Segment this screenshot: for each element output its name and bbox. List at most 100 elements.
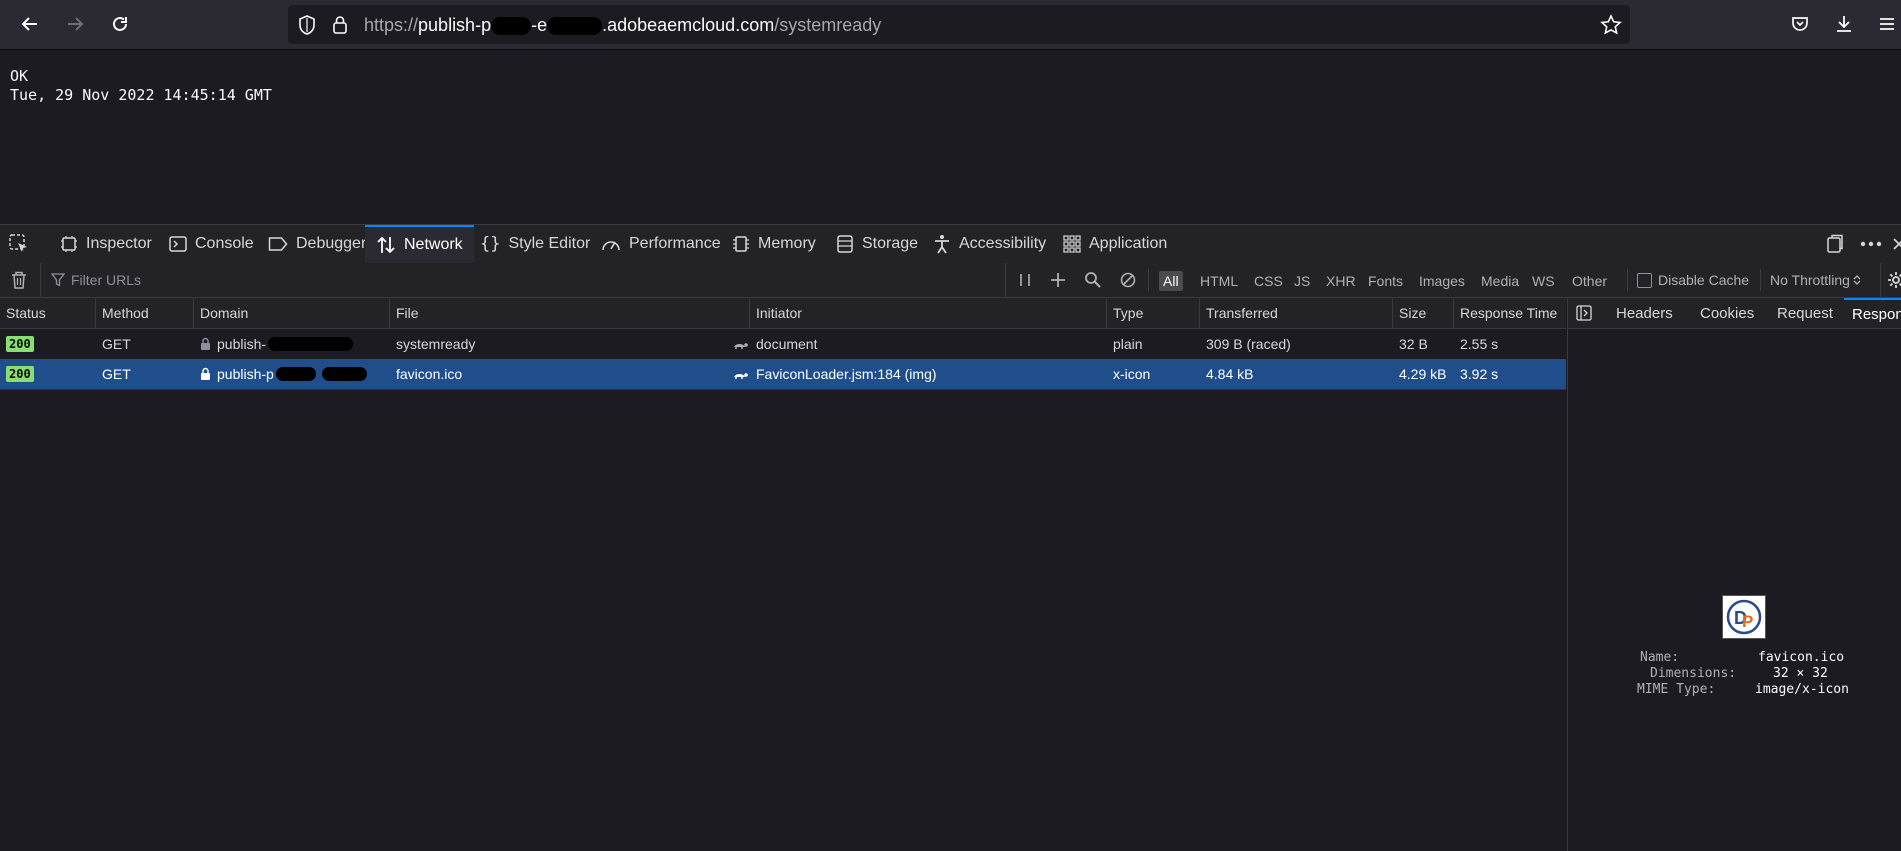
tab-memory[interactable]: Memory: [724, 225, 824, 263]
date-text: Tue, 29 Nov 2022 14:45:14 GMT: [10, 86, 272, 104]
disable-cache-checkbox[interactable]: Disable Cache: [1637, 263, 1749, 297]
column-header-response-time[interactable]: Response Time: [1454, 298, 1566, 328]
dock-toggle-button[interactable]: [1826, 225, 1852, 263]
debugger-icon: [268, 236, 288, 252]
tab-console-label: Console: [195, 235, 254, 252]
network-settings-button[interactable]: [1880, 263, 1901, 297]
filter-css[interactable]: CSS: [1250, 271, 1287, 291]
filter-html[interactable]: HTML: [1196, 271, 1242, 291]
page-content: OK Tue, 29 Nov 2022 14:45:14 GMT: [0, 50, 1901, 224]
close-devtools-button[interactable]: [1893, 225, 1901, 263]
tab-performance[interactable]: Performance: [593, 225, 729, 263]
download-icon: [1834, 14, 1854, 34]
updown-icon: [1853, 274, 1861, 286]
pause-recording-button[interactable]: [1005, 263, 1032, 297]
search-button[interactable]: [1084, 263, 1102, 297]
arrow-right-icon: [65, 14, 85, 34]
transferred-cell: 309 B (raced): [1206, 336, 1291, 352]
shield-icon[interactable]: [298, 15, 316, 35]
menu-button[interactable]: [1872, 9, 1901, 39]
tab-storage[interactable]: Storage: [828, 225, 926, 263]
type-cell: x-icon: [1113, 366, 1151, 382]
filter-all[interactable]: All: [1159, 271, 1183, 291]
column-header-domain[interactable]: Domain: [194, 298, 390, 328]
table-row[interactable]: 200 GET publish-p favicon.ico FaviconLoa…: [0, 359, 1566, 390]
filter-images[interactable]: Images: [1415, 271, 1469, 291]
filter-js[interactable]: JS: [1290, 271, 1314, 291]
tab-headers[interactable]: Headers: [1616, 298, 1673, 328]
column-header-status[interactable]: Status: [0, 298, 96, 328]
filter-urls-input[interactable]: Filter URLs: [40, 263, 1000, 297]
devtools-tabbar: Inspector Console Debugger Network {} St…: [0, 224, 1901, 264]
response-time-cell: 2.55 s: [1460, 336, 1499, 352]
initiator-cell: FaviconLoader.jsm:184 (img): [756, 366, 937, 382]
redaction-mark: [547, 17, 603, 36]
name-label: Name:: [1640, 650, 1680, 665]
style-editor-icon: {}: [480, 234, 501, 254]
requests-table: Status Method Domain File Initiator Type…: [0, 298, 1566, 851]
search-icon: [1084, 271, 1102, 289]
lock-icon[interactable]: [332, 15, 348, 35]
tab-application[interactable]: Application: [1055, 225, 1175, 263]
turtle-icon: [732, 368, 748, 380]
hamburger-icon: [1877, 14, 1897, 34]
request-details-panel: Headers Cookies Request Respon DP Name: …: [1567, 298, 1901, 851]
back-button[interactable]: [15, 9, 45, 39]
column-header-method[interactable]: Method: [96, 298, 194, 328]
tab-response[interactable]: Respon: [1844, 298, 1901, 328]
tab-inspector[interactable]: Inspector: [52, 225, 160, 263]
separator: [1627, 269, 1628, 291]
bookmark-star-icon[interactable]: [1600, 14, 1622, 36]
tab-application-label: Application: [1089, 235, 1168, 252]
column-header-transferred[interactable]: Transferred: [1200, 298, 1393, 328]
downloads-button[interactable]: [1829, 9, 1859, 39]
disable-cache-label: Disable Cache: [1658, 272, 1750, 288]
column-header-initiator[interactable]: Initiator: [750, 298, 1107, 328]
clear-requests-button[interactable]: [10, 263, 28, 297]
tab-cookies[interactable]: Cookies: [1700, 298, 1754, 328]
url-text[interactable]: https://publish-p -e .adobeaemcloud.com/sy…: [364, 15, 881, 36]
column-header-file[interactable]: File: [390, 298, 750, 328]
filter-fonts[interactable]: Fonts: [1364, 271, 1407, 291]
throttle-cell: [726, 329, 750, 359]
network-icon: [376, 235, 396, 255]
filter-ws[interactable]: WS: [1528, 271, 1559, 291]
domain-cell: publish-: [194, 329, 390, 359]
filter-funnel-icon: [51, 273, 65, 287]
tab-console[interactable]: Console: [161, 225, 262, 263]
throttling-label: No Throttling: [1770, 272, 1850, 288]
inspector-icon: [60, 235, 78, 253]
transferred-cell: 4.84 kB: [1206, 366, 1254, 382]
browser-toolbar: https://publish-p -e .adobeaemcloud.com/sy…: [0, 0, 1901, 50]
column-header-type[interactable]: Type: [1107, 298, 1200, 328]
forward-button[interactable]: [60, 9, 90, 39]
tab-accessibility[interactable]: Accessibility: [925, 225, 1054, 263]
throttling-select[interactable]: No Throttling: [1770, 263, 1861, 297]
name-value: favicon.ico: [1758, 650, 1845, 665]
devtools-options-button[interactable]: [1860, 225, 1890, 263]
filter-xhr[interactable]: XHR: [1322, 271, 1360, 291]
table-header: Status Method Domain File Initiator Type…: [0, 298, 1566, 329]
type-cell: plain: [1113, 336, 1143, 352]
table-row[interactable]: 200 GET publish- systemready document pl…: [0, 329, 1566, 360]
tab-accessibility-label: Accessibility: [959, 235, 1047, 252]
method-cell: GET: [102, 366, 131, 382]
pick-element-button[interactable]: [8, 225, 38, 263]
tab-style-editor[interactable]: {} Style Editor: [472, 225, 598, 263]
column-header-size[interactable]: Size: [1393, 298, 1454, 328]
tab-debugger[interactable]: Debugger: [260, 225, 374, 263]
tab-network[interactable]: Network: [365, 225, 474, 263]
add-filter-button[interactable]: [1050, 263, 1066, 297]
reload-button[interactable]: [105, 9, 135, 39]
filter-media[interactable]: Media: [1477, 271, 1523, 291]
toggle-sidebar-button[interactable]: [1576, 298, 1592, 328]
filter-other[interactable]: Other: [1568, 271, 1611, 291]
status-badge: 200: [6, 336, 34, 352]
tab-request[interactable]: Request: [1777, 298, 1833, 328]
tab-debugger-label: Debugger: [296, 235, 367, 252]
plus-icon: [1050, 272, 1066, 288]
close-icon: [1893, 237, 1901, 251]
url-bar[interactable]: https://publish-p -e .adobeaemcloud.com/sy…: [288, 5, 1630, 44]
block-requests-button[interactable]: [1120, 263, 1136, 297]
pocket-button[interactable]: [1785, 9, 1815, 39]
